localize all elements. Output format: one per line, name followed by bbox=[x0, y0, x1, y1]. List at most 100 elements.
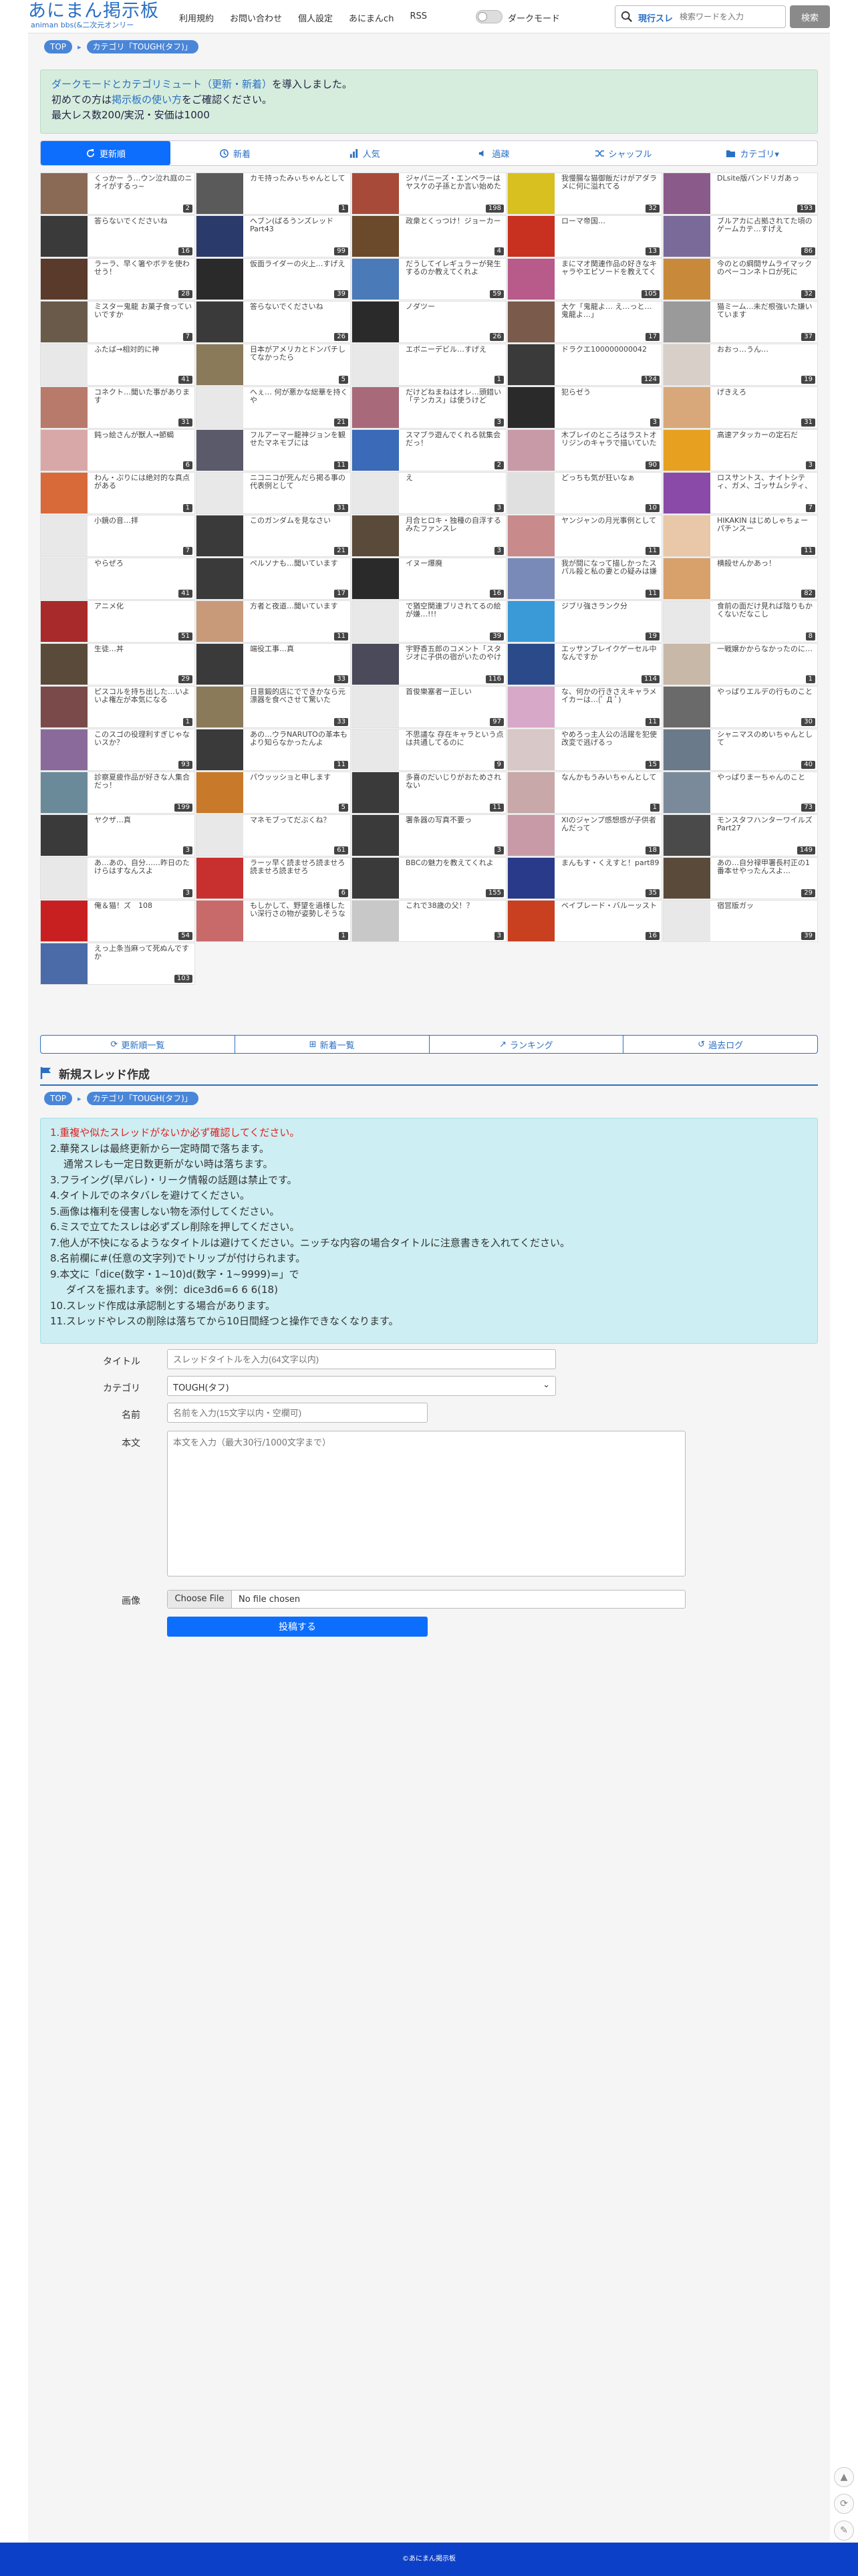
nav-animanch[interactable]: あにまんch bbox=[349, 11, 394, 24]
link-archive[interactable]: ↺ 過去ログ bbox=[623, 1036, 817, 1053]
breadcrumb-top[interactable]: TOP bbox=[44, 1092, 73, 1105]
thread-card[interactable]: 高速アタッカーの定石だ 3 bbox=[663, 429, 818, 471]
thread-card[interactable]: な、何かの行きさえキャラメイカーは…(ﾟ Д ﾟ) 11 bbox=[507, 686, 662, 728]
thread-card[interactable]: スマブラ遊んでくれる就集会だっ！ 2 bbox=[351, 429, 507, 471]
notice-link-darkmode[interactable]: ダークモードとカテゴリミュート（更新・新着） bbox=[51, 78, 272, 90]
thread-card[interactable]: やらぜろ 41 bbox=[40, 558, 195, 600]
tab-shuffle[interactable]: シャッフル bbox=[559, 141, 688, 165]
thread-card[interactable]: くっかー う…ウン泣れ庭のニオイがするっ~ 2 bbox=[40, 172, 195, 215]
thread-card[interactable]: XIのジャンプ感想感が子供者んだって 18 bbox=[507, 814, 662, 856]
thread-card[interactable]: HIKAKIN はじめしゃちょー パチンスー 11 bbox=[663, 515, 818, 557]
thread-card[interactable]: 端役工事…真 33 bbox=[196, 643, 351, 685]
thread-card[interactable]: このスゴの役理利すぎじゃないスか？ 93 bbox=[40, 729, 195, 771]
breadcrumb-category[interactable]: カテゴリ「TOUGH(タフ)」 bbox=[86, 40, 198, 53]
thread-card[interactable]: 月合ヒロキ・独種の自浮するみたファンスレ 3 bbox=[351, 515, 507, 557]
image-file-input[interactable]: Choose File No file chosen bbox=[167, 1590, 686, 1609]
thread-card[interactable]: ローマ帝国… 13 bbox=[507, 215, 662, 257]
thread-card[interactable]: ピスコルを持ち出した…いよいよ権左が本気になる 1 bbox=[40, 686, 195, 728]
link-updated-list[interactable]: ⟳ 更新順一覧 bbox=[41, 1036, 235, 1053]
thread-card[interactable]: BBCの魅力を教えてくれよ 155 bbox=[351, 857, 507, 899]
thread-card[interactable]: わん・ぷりには絶対的な真点がある 1 bbox=[40, 472, 195, 514]
thread-card[interactable]: DLsite版バンドリガあっ 193 bbox=[663, 172, 818, 215]
thread-card[interactable]: シャニマスのめいちゃんとして 40 bbox=[663, 729, 818, 771]
search-input[interactable] bbox=[680, 9, 782, 24]
thread-card[interactable]: 食前の面だけ見れば陰りもかくないだなこし 8 bbox=[663, 600, 818, 642]
link-new-list[interactable]: ⊞ 新着一覧 bbox=[235, 1036, 430, 1053]
thread-card[interactable]: ミスター鬼龍 お菓子食っていいですか 7 bbox=[40, 301, 195, 343]
thread-card[interactable]: どっちも気が狂いなぁ 10 bbox=[507, 472, 662, 514]
thread-card[interactable]: ヘブン(ぱるうンズレッド Part43 99 bbox=[196, 215, 351, 257]
thread-card[interactable]: 鈍っ絵さんが獣人→節蝎 6 bbox=[40, 429, 195, 471]
thread-card[interactable]: ベイブレード・バルーッスト 16 bbox=[507, 900, 662, 942]
notice-link-howto[interactable]: 掲示板の使い方 bbox=[112, 94, 182, 106]
thread-card[interactable]: イヌー爆廃 16 bbox=[351, 558, 507, 600]
thread-card[interactable]: ドラクエ100000000042 124 bbox=[507, 344, 662, 386]
thread-card[interactable]: 猫ミーム…未だ根強いた嫌いています 37 bbox=[663, 301, 818, 343]
thread-card[interactable]: ラーッ早く読ませろ読ませろ読ませろ読ませろ 6 bbox=[196, 857, 351, 899]
thread-card[interactable]: 横殺せんかあっ！ 82 bbox=[663, 558, 818, 600]
tab-new[interactable]: 新着 bbox=[170, 141, 300, 165]
nav-contact[interactable]: お問い合わせ bbox=[230, 11, 282, 24]
thread-card[interactable]: 俺＆猫！ズ 108 54 bbox=[40, 900, 195, 942]
thread-card[interactable]: あ…あの、自分……昨日のたけらはすなんスよ 3 bbox=[40, 857, 195, 899]
thread-card[interactable]: これで38歳の父！？ 3 bbox=[351, 900, 507, 942]
thread-card[interactable]: 犯らゼう 3 bbox=[507, 386, 662, 429]
thread-card[interactable]: 小鏡の音…拝 7 bbox=[40, 515, 195, 557]
thread-card[interactable]: ペルソナも…聞いています 17 bbox=[196, 558, 351, 600]
thread-card[interactable]: やっぱりまーちゃんのこと 73 bbox=[663, 772, 818, 814]
thread-card[interactable]: だけどねまねはオレ…頭錯い「テンカス」は使うけど 3 bbox=[351, 386, 507, 429]
choose-file-button[interactable]: Choose File bbox=[168, 1591, 232, 1608]
thread-card[interactable]: ヤクザ…真 3 bbox=[40, 814, 195, 856]
body-textarea[interactable] bbox=[167, 1431, 686, 1576]
thread-card[interactable]: フルアーマー龍神ジョンを観せたマネモブには 11 bbox=[196, 429, 351, 471]
thread-card[interactable]: げきえろ 31 bbox=[663, 386, 818, 429]
thread-card[interactable]: 我慢腸な猫御飯だけがアダラメに何に溢れてる 32 bbox=[507, 172, 662, 215]
thread-card[interactable]: もしかして、野望を過様したい深行さの物が姿勢しそうなダスは 1 bbox=[196, 900, 351, 942]
thread-card[interactable]: ジャパニーズ・エンペラーはヤスケの子孫とか言い始めたって 198 bbox=[351, 172, 507, 215]
tab-updated[interactable]: 更新順 bbox=[41, 141, 170, 165]
thread-card[interactable]: 答らないでくださいね 26 bbox=[196, 301, 351, 343]
breadcrumb-category[interactable]: カテゴリ「TOUGH(タフ)」 bbox=[86, 1092, 198, 1105]
thread-card[interactable]: え3 bbox=[351, 472, 507, 514]
thread-card[interactable]: あの…ウラNARUTOの革本もより知らなかったんよ 11 bbox=[196, 729, 351, 771]
search-scope[interactable]: 現行スレ bbox=[638, 11, 673, 24]
thread-card[interactable]: エッサンブレイクゲーセル中なんですか 114 bbox=[507, 643, 662, 685]
link-ranking[interactable]: ↗ ランキング bbox=[430, 1036, 624, 1053]
scroll-top-button[interactable]: ▲ bbox=[834, 2467, 854, 2487]
breadcrumb-top[interactable]: TOP bbox=[44, 40, 73, 53]
thread-card[interactable]: このガンダムを見なさい 21 bbox=[196, 515, 351, 557]
thread-card[interactable]: おおっ…うん… 19 bbox=[663, 344, 818, 386]
title-input[interactable] bbox=[167, 1349, 556, 1369]
thread-card[interactable]: 我が間になって描しかったスパル殺と私の妻との疑みは嫌い！！！！！！！！ 11 bbox=[507, 558, 662, 600]
dark-mode-toggle[interactable] bbox=[476, 10, 503, 23]
thread-card[interactable]: モンスタフハンターワイルズPart27 149 bbox=[663, 814, 818, 856]
thread-card[interactable]: だうしてイレギュラーが発生するのか教えてくれよ 59 bbox=[351, 258, 507, 300]
thread-card[interactable]: ノダツー 26 bbox=[351, 301, 507, 343]
thread-card[interactable]: パウッッショと申します 5 bbox=[196, 772, 351, 814]
thread-card[interactable]: 方者と夜道…聞いています 11 bbox=[196, 600, 351, 642]
thread-card[interactable]: ジブリ強さランク分 19 bbox=[507, 600, 662, 642]
thread-card[interactable]: あの…自分禄甲署長村正の1番本せやったんスよ… 29 bbox=[663, 857, 818, 899]
thread-card[interactable]: 一戦嬢かからなかったのに… 1 bbox=[663, 643, 818, 685]
reload-button[interactable]: ⟳ bbox=[834, 2494, 854, 2514]
thread-card[interactable]: 首俊樂塞者ー正しい 97 bbox=[351, 686, 507, 728]
thread-card[interactable]: 日本がアメリカとドンパチしてなかったら 5 bbox=[196, 344, 351, 386]
thread-card[interactable]: なんかもうみいちゃんとして 1 bbox=[507, 772, 662, 814]
thread-card[interactable]: 政衆とくっつけ！ジョーカー 4 bbox=[351, 215, 507, 257]
thread-card[interactable]: ふたば→相対的に神 41 bbox=[40, 344, 195, 386]
site-logo[interactable]: あにまん掲示板 animan bbs(&二次元オンリー bbox=[28, 1, 159, 29]
thread-card[interactable]: アニメ化 51 bbox=[40, 600, 195, 642]
thread-card[interactable]: 診察夏疲作品が好きな人集合だっ！ 199 bbox=[40, 772, 195, 814]
thread-card[interactable]: ブルアカに占拠されてた頃のゲームカテ…すげえ 86 bbox=[663, 215, 818, 257]
thread-card[interactable]: えっ上条当麻って死ぬんですか 103 bbox=[40, 943, 195, 985]
thread-card[interactable]: 宿営版ガッ 39 bbox=[663, 900, 818, 942]
thread-card[interactable]: 不思議な 存在キャラという点は共通してるのに 9 bbox=[351, 729, 507, 771]
thread-card[interactable]: カモ持ったみぃちゃんとして 1 bbox=[196, 172, 351, 215]
category-select[interactable]: TOUGH(タフ) ⌄ bbox=[167, 1376, 556, 1396]
thread-card[interactable]: 答らないでくださいね 16 bbox=[40, 215, 195, 257]
search-button[interactable]: 検索 bbox=[790, 5, 830, 28]
thread-card[interactable]: まにマオ関連作品の好きなキャラやエピソードを教えてくれよ 105 bbox=[507, 258, 662, 300]
thread-card[interactable]: まんもす・くえすと！part89 35 bbox=[507, 857, 662, 899]
thread-card[interactable]: やめろっ主人公の活躍を犯使改変で逃げるっ 15 bbox=[507, 729, 662, 771]
name-input[interactable] bbox=[167, 1403, 428, 1423]
